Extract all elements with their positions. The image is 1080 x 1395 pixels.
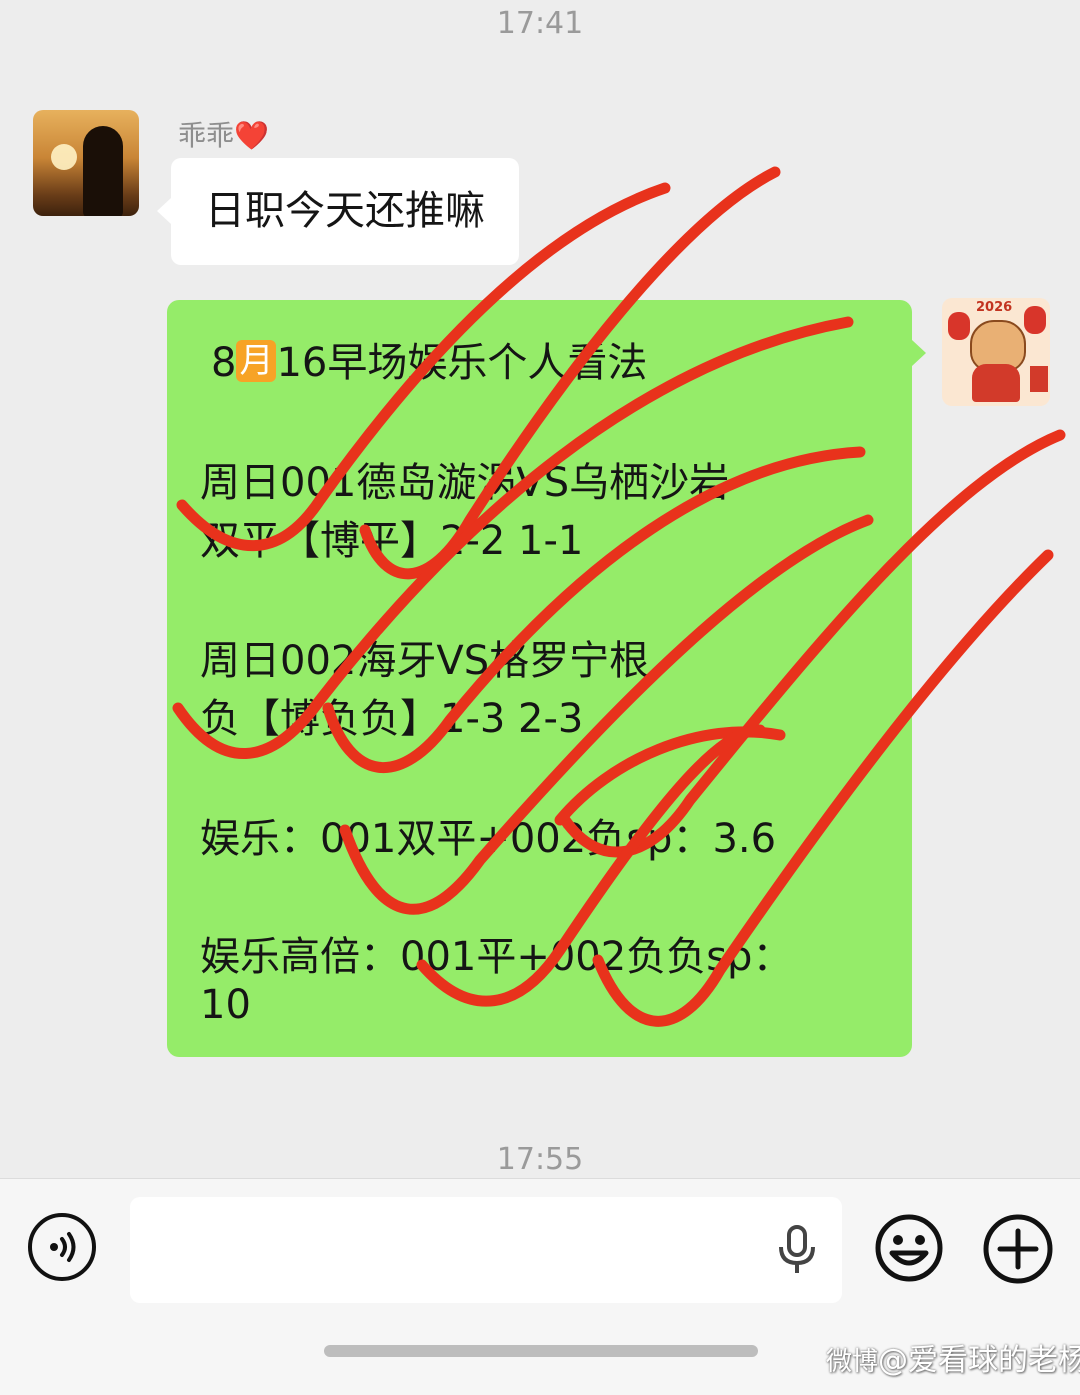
chat-area: 17:41 乖乖❤️ 日职今天还推嘛 8月16早场娱乐个人看法 周日001德岛漩… — [0, 0, 1080, 1178]
message-line: 娱乐：001双平+002负sp：3.6 — [200, 816, 777, 862]
timestamp: 17:41 — [496, 6, 584, 41]
sender-name: 乖乖❤️ — [178, 114, 269, 154]
watermark-text: @爱看球的老杨 — [878, 1343, 1080, 1378]
microphone-icon[interactable] — [775, 1225, 819, 1275]
timestamp: 17:55 — [496, 1142, 584, 1177]
sender-name-text: 乖乖 — [178, 119, 235, 152]
avatar-year: 2026 — [976, 300, 1013, 315]
message-input[interactable] — [130, 1197, 842, 1303]
message-line: 双平【博平】2-2 1-1 — [200, 518, 584, 564]
weibo-logo-icon: 微博 — [826, 1347, 879, 1377]
heart-icon: ❤️ — [234, 119, 269, 152]
message-line: 周日001德岛漩涡VS乌栖沙岩 — [200, 460, 730, 506]
outgoing-message-bubble[interactable]: 8月16早场娱乐个人看法 周日001德岛漩涡VS乌栖沙岩 双平【博平】2-2 1… — [167, 300, 926, 1057]
emoji-icon[interactable] — [874, 1213, 944, 1283]
message-line: 周日002海牙VS格罗宁根 — [200, 638, 650, 684]
watermark: 微博@爱看球的老杨 — [826, 1335, 1080, 1379]
incoming-message-text: 日职今天还推嘛 — [205, 188, 485, 234]
message-line: 娱乐高倍：001平+002负负sp： — [200, 934, 793, 980]
message-line: 负【博负负】1-3 2-3 — [200, 696, 584, 742]
month-emoji-icon: 月 — [236, 340, 277, 382]
incoming-message-bubble[interactable]: 日职今天还推嘛 — [157, 158, 519, 265]
plus-icon[interactable] — [982, 1213, 1054, 1285]
voice-icon[interactable] — [28, 1213, 96, 1281]
message-title: 8月16早场娱乐个人看法 — [211, 340, 648, 386]
chat-input-bar: 微博@爱看球的老杨 — [0, 1178, 1080, 1395]
contact-avatar[interactable] — [33, 110, 139, 216]
home-indicator[interactable] — [324, 1345, 758, 1357]
message-line: 10 — [200, 982, 251, 1028]
my-avatar[interactable]: 2026 — [942, 298, 1050, 406]
